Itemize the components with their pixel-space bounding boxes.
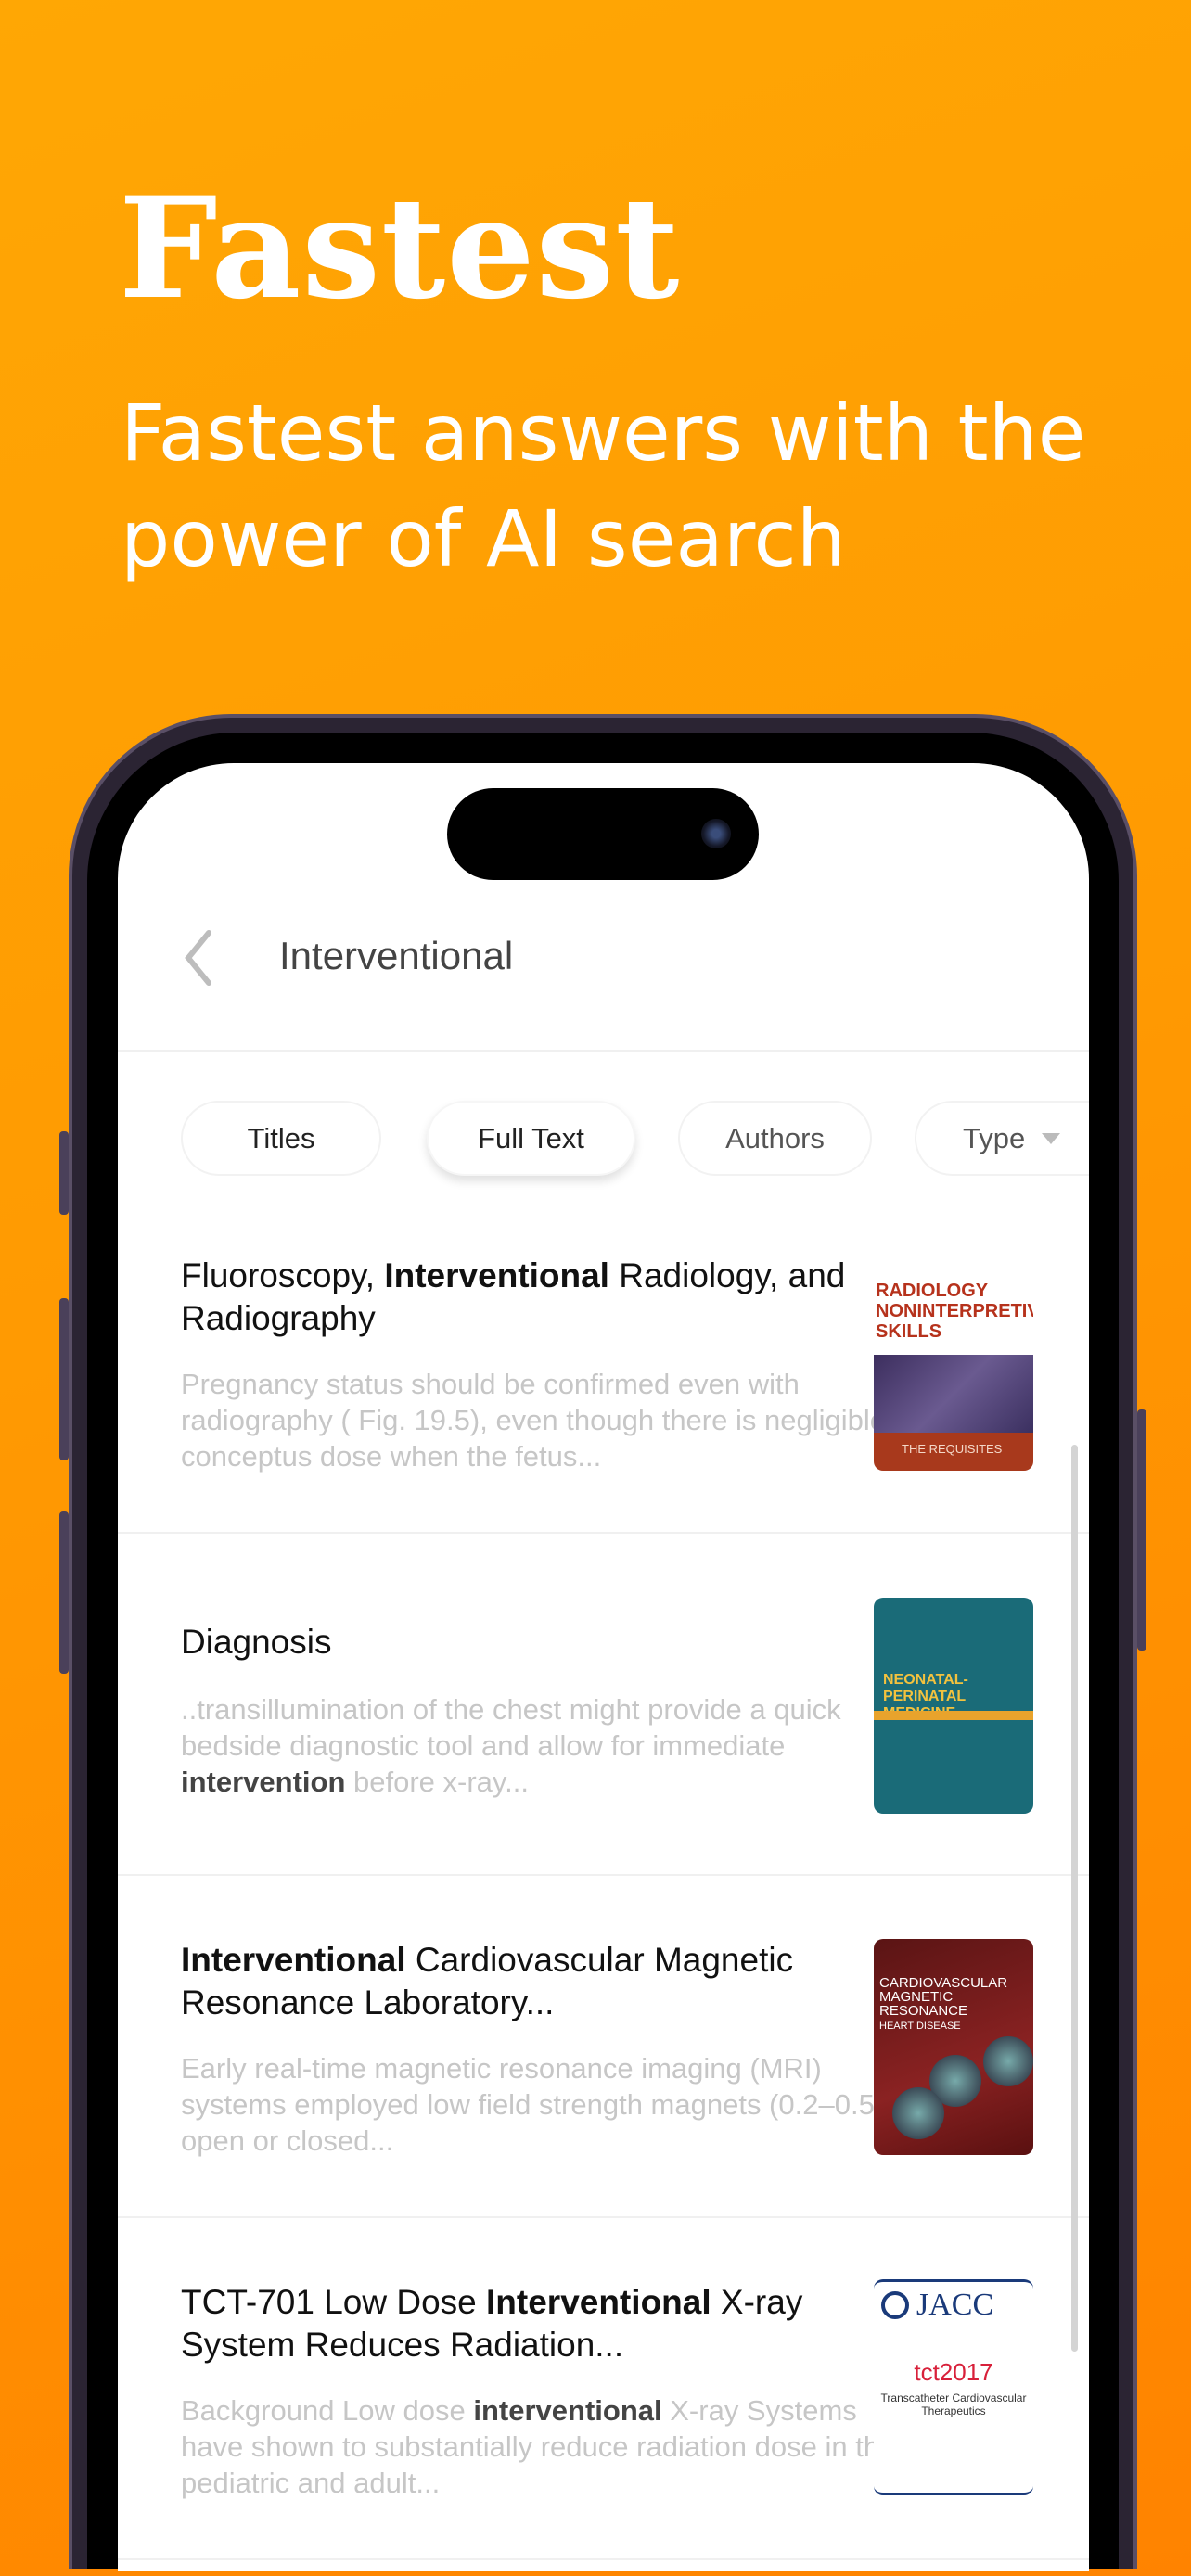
result-title: Diagnosis: [181, 1623, 332, 1661]
hero-subtitle: Fastest answers with the power of AI sea…: [121, 388, 1086, 584]
phone-volume-up: [59, 1298, 69, 1460]
hero-title: Fastest: [119, 167, 681, 330]
filter-full-text[interactable]: Full Text: [427, 1101, 635, 1176]
filter-authors[interactable]: Authors: [678, 1101, 872, 1176]
book-cover: RADIOLOGY NONINTERPRETIVE SKILLSTHE REQU…: [874, 1255, 1033, 1471]
filter-titles[interactable]: Titles: [181, 1101, 381, 1176]
dynamic-island: [447, 788, 759, 880]
app-screen: Interventional Titles Full Text Authors …: [118, 763, 1089, 2571]
result-snippet: Pregnancy status should be confirmed eve…: [181, 1368, 886, 1473]
phone-action-button: [59, 1131, 69, 1215]
back-button[interactable]: [172, 925, 227, 990]
caret-down-icon: [1042, 1132, 1061, 1144]
phone-power-button: [1137, 1409, 1146, 1651]
result-divider: [118, 2216, 1089, 2218]
journal-cover: JACC tct2017 Transcatheter Cardiovascula…: [874, 2279, 1033, 2495]
header-divider: [118, 1050, 1089, 1052]
chevron-left-icon: [185, 930, 211, 986]
filter-type-label: Type: [963, 1121, 1026, 1154]
book-cover: NEONATAL-PERINATAL MEDICINE: [874, 1598, 1033, 1814]
result-snippet: ..transillumination of the chest might p…: [181, 1693, 841, 1798]
scrollbar[interactable]: [1071, 1445, 1078, 2352]
book-cover: CARDIOVASCULAR MAGNETIC RESONANCE HEART D…: [874, 1939, 1033, 2155]
result-divider: [118, 1874, 1089, 1876]
camera-icon: [701, 819, 731, 848]
result-title: Interventional Cardiovascular Magnetic R…: [181, 1941, 794, 2021]
result-snippet: Early real-time magnetic resonance imagi…: [181, 2052, 917, 2157]
result-snippet: Background Low dose interventional X-ray…: [181, 2394, 896, 2499]
result-title: Fluoroscopy, Interventional Radiology, a…: [181, 1256, 846, 1337]
result-title: TCT-701 Low Dose Interventional X-ray Sy…: [181, 2283, 803, 2364]
phone-volume-down: [59, 1511, 69, 1674]
filter-type-dropdown[interactable]: Type: [915, 1101, 1089, 1176]
search-query-title: Interventional: [279, 934, 514, 977]
result-divider: [118, 1532, 1089, 1534]
result-divider: [118, 2558, 1089, 2560]
